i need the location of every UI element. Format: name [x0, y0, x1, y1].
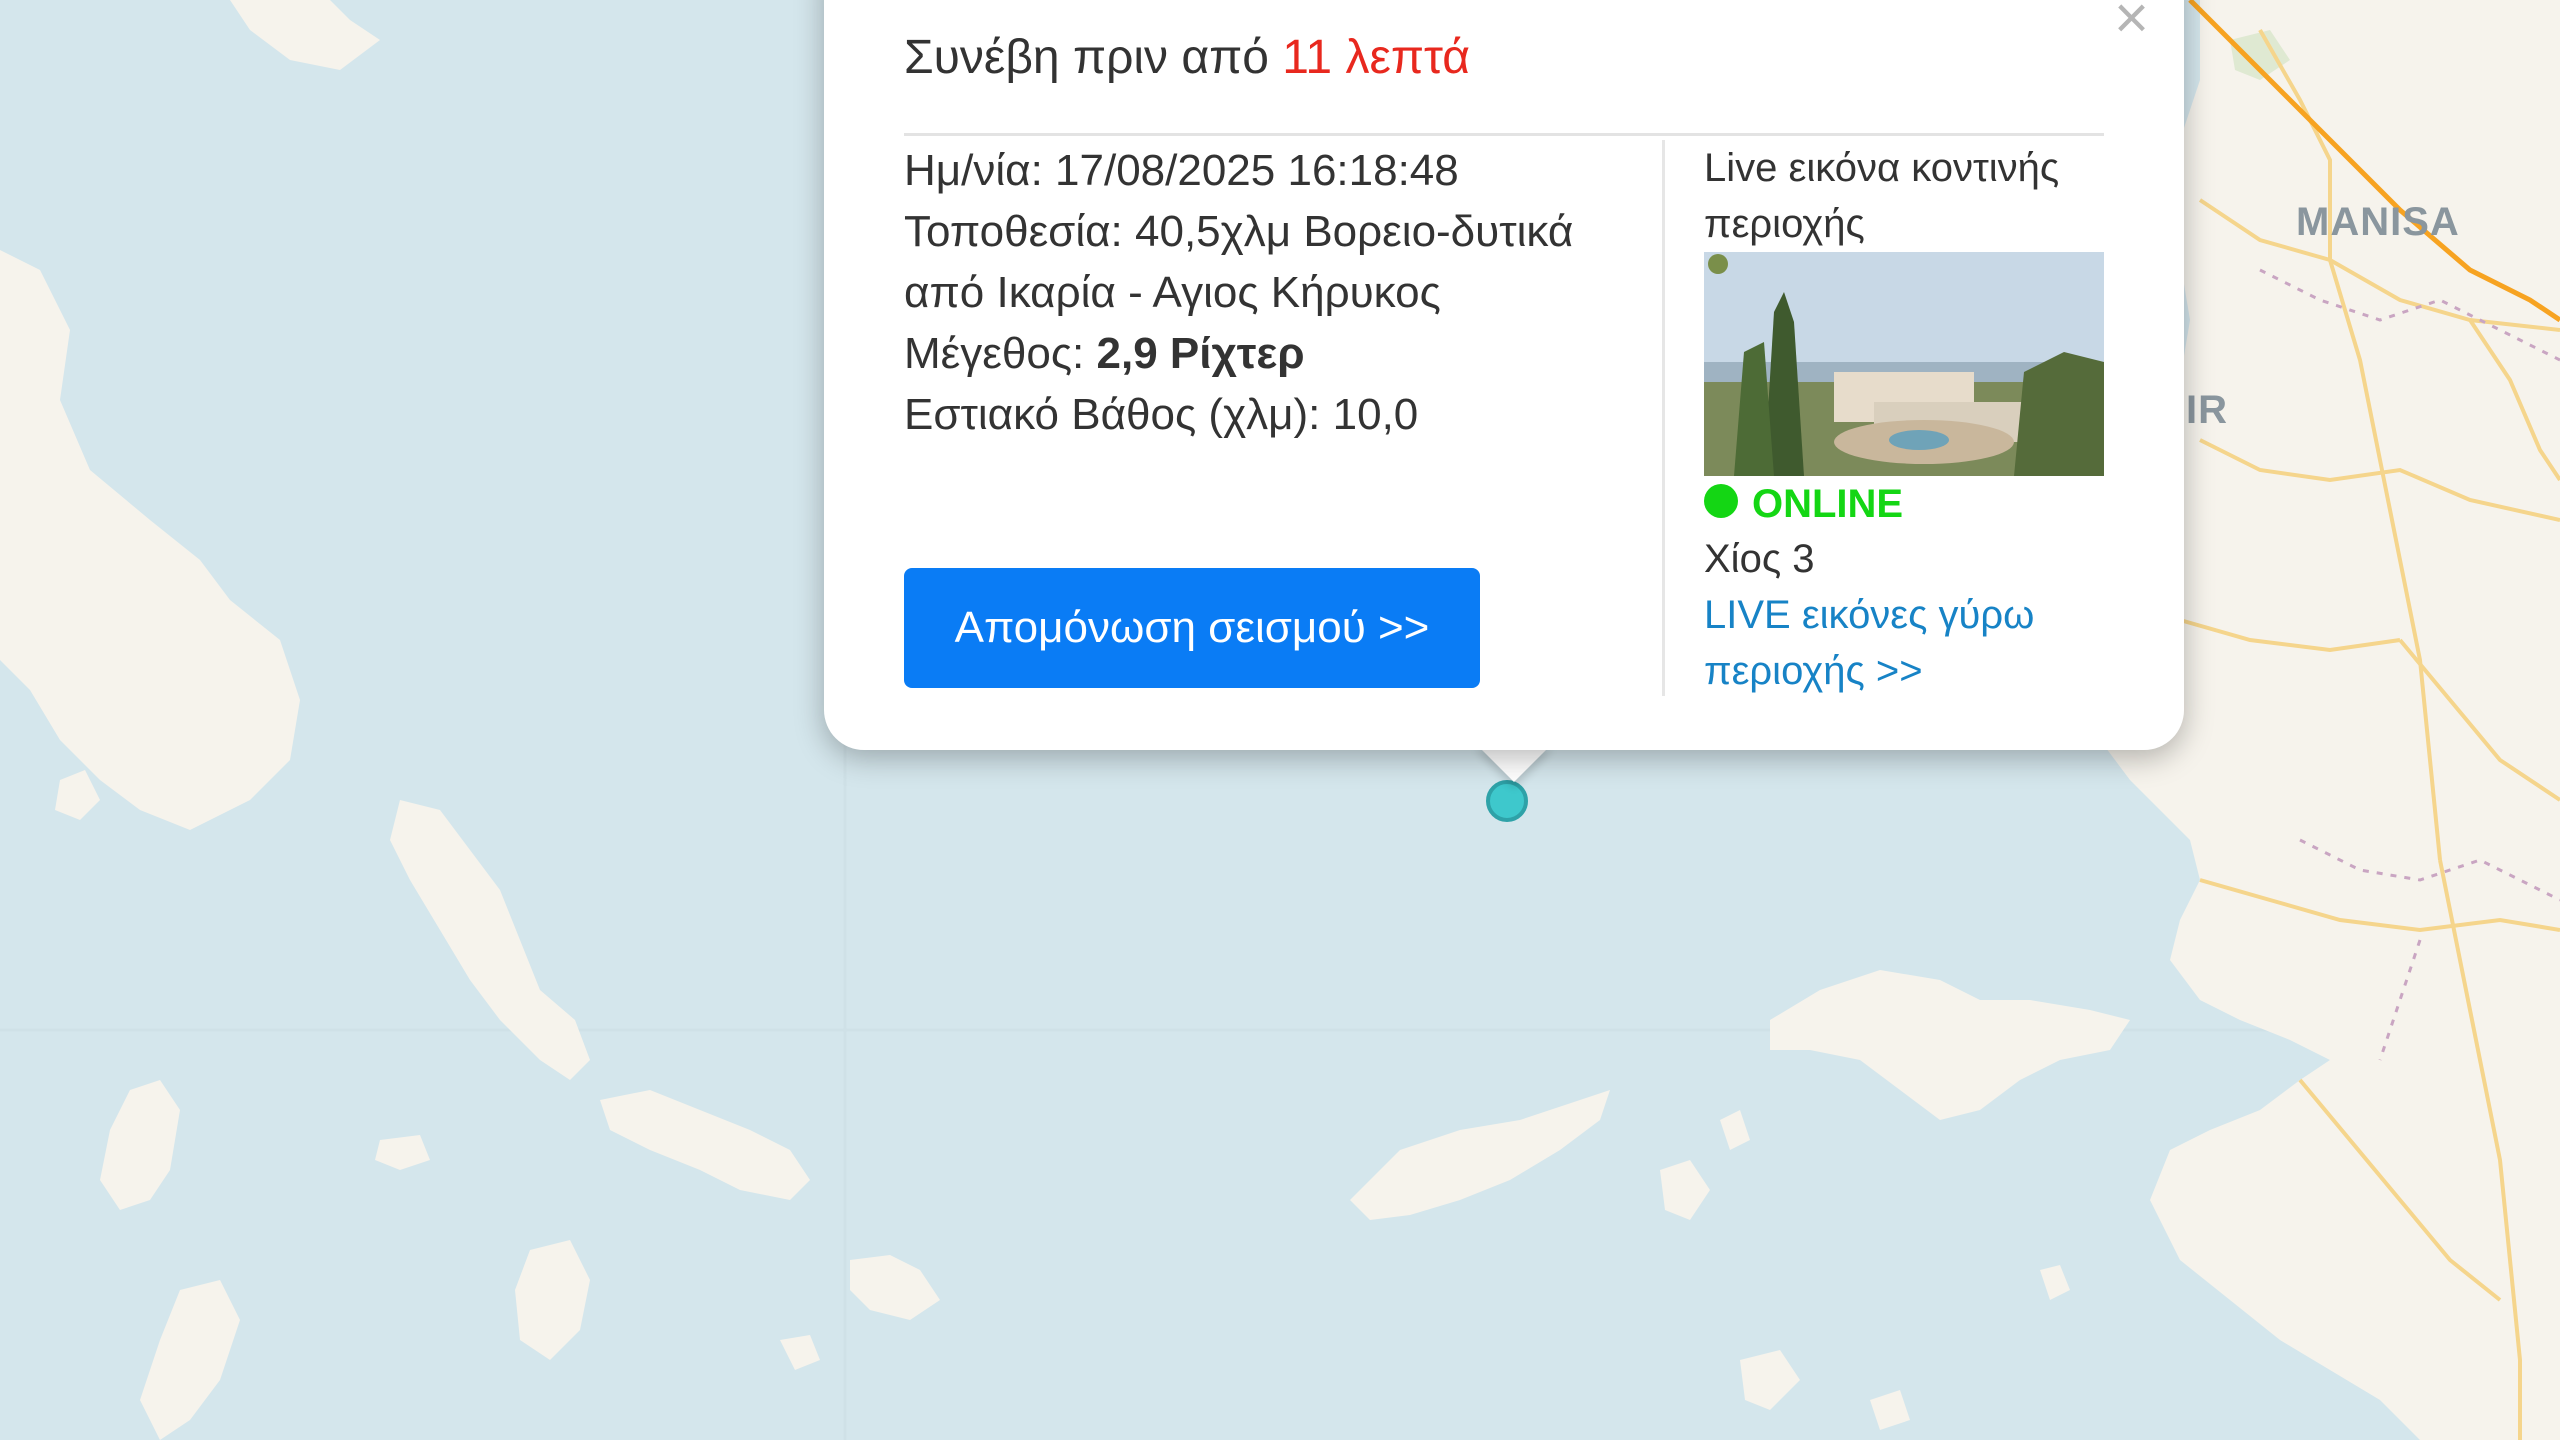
island-patmos	[2040, 1265, 2070, 1300]
island-ikaria	[1350, 1090, 1610, 1220]
island-left-large	[0, 250, 300, 830]
webcam-thumbnail[interactable]	[1704, 252, 2104, 476]
title-prefix: Συνέβη πριν από	[904, 31, 1283, 84]
magnitude-label: Μέγεθος:	[904, 329, 1085, 378]
island-south-right	[1740, 1350, 1800, 1410]
island-small-left	[55, 770, 100, 820]
earthquake-details: Ημ/νία: 17/08/2025 16:18:48 Τοποθεσία: 4…	[904, 140, 1624, 445]
depth-label: Εστιακό Βάθος (χλμ):	[904, 390, 1321, 439]
island-nw	[230, 0, 380, 70]
close-icon[interactable]: ×	[2114, 0, 2149, 48]
webcam-name: Χίος 3	[1704, 537, 1815, 581]
island-small-right-2	[1870, 1390, 1910, 1430]
location-label: Τοποθεσία:	[904, 207, 1123, 256]
magnitude-row: Μέγεθος: 2,9 Ρίχτερ	[904, 323, 1624, 384]
island-fournoi-2	[1720, 1110, 1750, 1150]
live-webcam-panel: Live εικόνα κοντινής περιοχής ONLINE Χίο…	[1704, 140, 2124, 699]
isolate-earthquake-button[interactable]: Απομόνωση σεισμού >>	[904, 568, 1480, 688]
map-label-manisa: MANISA	[2296, 200, 2460, 244]
live-image-title: Live εικόνα κοντινής περιοχής	[1704, 146, 2060, 246]
depth-value: 10,0	[1332, 390, 1419, 439]
island-mykonos	[600, 1090, 810, 1200]
live-images-link[interactable]: LIVE εικόνες γύρω περιοχής >>	[1704, 587, 2124, 699]
webcam-status-text: ONLINE	[1752, 482, 1904, 526]
map-label-izmir: IR	[2186, 388, 2228, 432]
island-south-left	[140, 1280, 240, 1440]
island-tinos	[390, 800, 590, 1080]
earthquake-marker-icon[interactable]	[1486, 780, 1528, 822]
island-tiny-1	[375, 1135, 430, 1170]
island-tiny-2	[780, 1335, 820, 1370]
column-divider	[1662, 140, 1665, 696]
webcam-status: ONLINE	[1704, 482, 2124, 527]
island-syros	[100, 1080, 180, 1210]
depth-row: Εστιακό Βάθος (χλμ): 10,0	[904, 384, 1624, 445]
webcam-image	[1704, 252, 2104, 476]
popup-title: Συνέβη πριν από 11 λεπτά	[904, 30, 1470, 85]
island-naxos	[850, 1255, 940, 1320]
date-row: Ημ/νία: 17/08/2025 16:18:48	[904, 140, 1624, 201]
map-canvas[interactable]: MANISA IR × Συνέβη πριν από 11 λεπτά Ημ/…	[0, 0, 2560, 1440]
magnitude-value: 2,9 Ρίχτερ	[1096, 329, 1305, 378]
time-ago: 11 λεπτά	[1282, 31, 1470, 84]
location-row: Τοποθεσία: 40,5χλμ Βορειο-δυτικά από Ικα…	[904, 201, 1624, 323]
island-samos	[1770, 970, 2130, 1120]
island-paros	[515, 1240, 590, 1360]
date-value: 17/08/2025 16:18:48	[1055, 146, 1459, 195]
island-fournoi	[1660, 1160, 1710, 1220]
title-divider	[904, 133, 2104, 136]
date-label: Ημ/νία:	[904, 146, 1043, 195]
status-dot-icon	[1704, 483, 1738, 518]
